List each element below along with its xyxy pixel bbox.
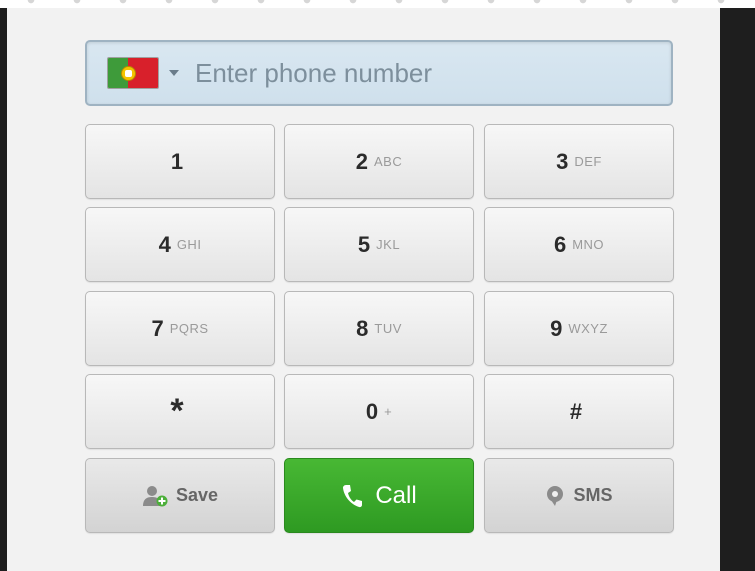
key-digit: 4	[158, 231, 171, 257]
key-hash[interactable]: #	[484, 374, 674, 449]
key-digit: 0	[365, 398, 379, 424]
chat-bubble-icon	[547, 485, 564, 506]
key-5[interactable]: 5 JKL	[284, 207, 474, 282]
country-flag-selector[interactable]	[107, 57, 159, 89]
phone-icon	[343, 484, 363, 507]
key-digit: 7	[151, 315, 164, 341]
key-digit: 1	[170, 148, 184, 174]
key-0[interactable]: 0 +	[284, 374, 474, 449]
key-2[interactable]: 2 ABC	[284, 124, 474, 199]
flag-emblem-icon	[121, 66, 136, 81]
save-button[interactable]: Save	[85, 458, 275, 533]
key-4[interactable]: 4 GHI	[85, 207, 275, 282]
key-letters: MNO	[572, 237, 605, 252]
left-frame	[0, 8, 7, 571]
panel-gutter	[7, 8, 47, 571]
chevron-down-icon[interactable]	[169, 70, 179, 76]
right-frame	[720, 8, 755, 571]
sms-button-label: SMS	[573, 485, 613, 505]
key-7[interactable]: 7 PQRS	[85, 291, 275, 366]
key-letters: ABC	[374, 154, 403, 169]
key-star[interactable]: *	[85, 374, 275, 449]
key-digit: 5	[357, 231, 371, 257]
call-button-label: Call	[375, 481, 417, 509]
key-6[interactable]: 6 MNO	[484, 207, 674, 282]
save-button-label: Save	[175, 485, 219, 505]
top-strip-dots	[0, 0, 755, 8]
call-button[interactable]: Call	[284, 458, 474, 533]
key-digit: 9	[550, 315, 563, 341]
key-digit: 6	[553, 231, 567, 257]
key-letters: JKL	[376, 237, 401, 252]
key-letters: PQRS	[169, 321, 209, 336]
sms-button[interactable]: SMS	[484, 458, 674, 533]
key-1[interactable]: 1	[85, 124, 275, 199]
top-strip	[0, 0, 755, 8]
key-letters: GHI	[176, 237, 202, 252]
key-letters: DEF	[574, 154, 602, 169]
add-contact-icon	[142, 485, 168, 506]
key-9[interactable]: 9 WXYZ	[484, 291, 674, 366]
phone-number-field	[85, 40, 673, 106]
key-8[interactable]: 8 TUV	[284, 291, 474, 366]
key-letters: TUV	[374, 321, 402, 336]
key-digit: #	[569, 398, 583, 424]
key-3[interactable]: 3 DEF	[484, 124, 674, 199]
key-digit: *	[170, 392, 184, 430]
key-letters: WXYZ	[568, 321, 608, 336]
key-digit: 8	[356, 315, 369, 341]
phone-number-input[interactable]	[193, 52, 671, 94]
key-digit: 3	[556, 148, 569, 174]
key-digit: 2	[355, 148, 368, 174]
key-letters: +	[384, 404, 393, 419]
